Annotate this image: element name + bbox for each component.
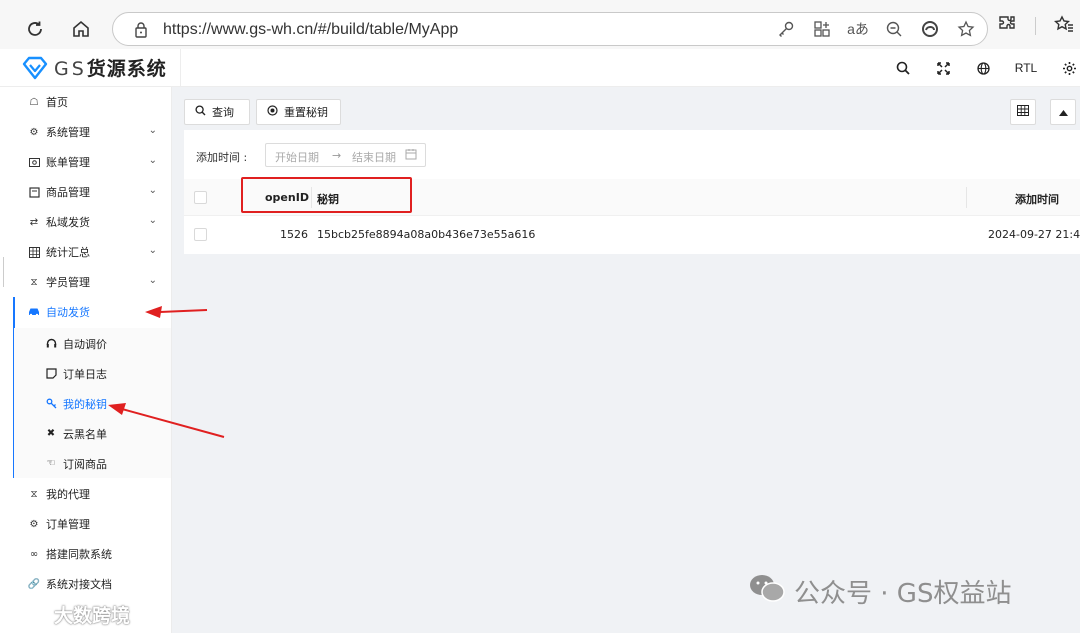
row-checkbox[interactable] [194, 228, 207, 241]
sidebar-sub-my-keys[interactable]: 我的秘钥 [14, 388, 171, 418]
watermark-brand: 大数跨境 [6, 601, 130, 628]
lock-icon[interactable] [133, 21, 149, 42]
times-icon: ✖ [46, 427, 56, 439]
chevron-down-icon: ⌄ [148, 275, 157, 286]
cell-key: 15bcb25fe8894a08a0b436e73e55a616 [317, 228, 536, 241]
key-icon[interactable] [775, 18, 797, 40]
cell-openid: 1526 [280, 228, 308, 241]
favorite-star-icon[interactable] [955, 18, 977, 40]
sidebar-item-billing[interactable]: 账单管理 ⌄ [0, 147, 171, 177]
chevron-down-icon: ⌄ [148, 185, 157, 196]
infinity-icon: ∞ [29, 548, 39, 560]
random-icon: ⇄ [29, 216, 39, 228]
sidebar-sub-auto-pricing[interactable]: 自动调价 [14, 328, 171, 358]
chevron-down-icon: ⌄ [148, 215, 157, 226]
table-icon [28, 246, 40, 258]
headset-icon [45, 337, 57, 349]
translate-icon[interactable]: aあ [847, 18, 869, 40]
calendar-icon[interactable] [405, 148, 417, 163]
hand-icon: ☜ [46, 457, 56, 469]
sidebar-item-my-agents[interactable]: ⧖ 我的代理 [0, 479, 171, 509]
collapse-button[interactable] [1050, 99, 1076, 125]
range-separator: → [332, 149, 342, 162]
logo-title: GS货源系统 [54, 58, 167, 80]
car-icon [28, 306, 40, 318]
extensions-icon[interactable] [997, 14, 1017, 37]
home-icon[interactable] [66, 14, 96, 44]
tag-icon: ⧖ [30, 276, 38, 288]
sidebar-item-order-management[interactable]: ⚙ 订单管理 [0, 509, 171, 539]
sidebar-item-private-delivery[interactable]: ⇄ 私域发货 ⌄ [0, 207, 171, 237]
fullscreen-icon[interactable] [934, 58, 952, 78]
favorites-icon[interactable] [1054, 14, 1074, 37]
note-icon [45, 367, 57, 379]
date-range-picker[interactable]: 开始日期 → 结束日期 [265, 143, 426, 167]
brand-logo-icon [6, 601, 48, 628]
logo[interactable]: GS货源系统 [22, 54, 167, 81]
select-all-checkbox[interactable] [194, 191, 207, 204]
cogs-icon: ⚙ [29, 126, 39, 138]
sidebar-item-api-docs[interactable]: 🔗 系统对接文档 [0, 569, 171, 599]
key-icon [45, 397, 57, 409]
column-divider[interactable] [966, 187, 967, 208]
end-date-input[interactable]: 结束日期 [352, 149, 396, 165]
sidebar-item-products[interactable]: 商品管理 ⌄ [0, 177, 171, 207]
table-icon [1017, 105, 1029, 119]
sidebar-sub-subscribed-products[interactable]: ☜ 订阅商品 [14, 448, 171, 478]
sidebar-item-system[interactable]: ⚙ 系统管理 ⌄ [0, 117, 171, 147]
sidebar-sub-order-log[interactable]: 订单日志 [14, 358, 171, 388]
tag-icon: ⧖ [30, 488, 38, 500]
annotation-highlight-box [241, 177, 412, 213]
header-divider [180, 49, 181, 87]
toolbar-divider [1035, 16, 1036, 35]
link-icon: 🔗 [27, 578, 41, 590]
chevron-down-icon: ⌄ [148, 155, 157, 166]
sidebar-item-statistics[interactable]: 统计汇总 ⌄ [0, 237, 171, 267]
main-content: 查询 重置秘钥 添加时间 : 开始日期 → 结束日期 openID 秘钥 添加时… [172, 87, 1080, 633]
filter-label: 添加时间 : [196, 151, 248, 164]
sidebar-item-home[interactable]: ☖ 首页 [0, 87, 171, 117]
search-button[interactable]: 查询 [184, 99, 250, 125]
cart-icon [28, 186, 40, 198]
refresh-icon[interactable] [20, 14, 50, 44]
caret-up-icon [1058, 106, 1068, 119]
sidebar-item-auto-delivery[interactable]: 自动发货 [0, 297, 171, 327]
rtl-toggle[interactable]: RTL [1014, 58, 1038, 78]
gear-icon: ⚙ [29, 518, 39, 530]
zoom-out-icon[interactable] [883, 18, 905, 40]
column-header-added-time[interactable]: 添加时间 [1015, 191, 1059, 207]
home-icon: ☖ [29, 96, 39, 108]
address-bar[interactable]: https://www.gs-wh.cn/#/build/table/MyApp… [112, 12, 988, 46]
table-row[interactable]: 1526 15bcb25fe8894a08a0b436e73e55a616 20… [184, 216, 1080, 254]
sidebar-item-students[interactable]: ⧖ 学员管理 ⌄ [0, 267, 171, 297]
sidebar: ☖ 首页 ⚙ 系统管理 ⌄ 账单管理 ⌄ 商品管理 ⌄ ⇄ 私域发货 ⌄ 统计汇… [0, 87, 172, 633]
sidebar-sub-cloud-blacklist[interactable]: ✖ 云黑名单 [14, 418, 171, 448]
chevron-down-icon: ⌄ [148, 245, 157, 256]
edge-icon[interactable] [919, 18, 941, 40]
cell-added-time: 2024-09-27 21:43:5 [988, 228, 1080, 241]
globe-icon[interactable] [974, 58, 992, 78]
apps-icon[interactable] [811, 18, 833, 40]
sidebar-item-build-system[interactable]: ∞ 搭建同款系统 [0, 539, 171, 569]
target-icon [267, 105, 278, 119]
wechat-icon [748, 572, 786, 611]
search-icon[interactable] [894, 58, 912, 78]
app-header: GS货源系统 RTL [0, 49, 1080, 87]
chevron-down-icon: ⌄ [148, 125, 157, 136]
watermark-wechat: 公众号 · GS权益站 [748, 572, 1011, 611]
url-text[interactable]: https://www.gs-wh.cn/#/build/table/MyApp [163, 21, 458, 39]
start-date-input[interactable]: 开始日期 [275, 149, 319, 165]
column-settings-button[interactable] [1010, 99, 1036, 125]
money-icon [28, 156, 40, 168]
reset-key-button[interactable]: 重置秘钥 [256, 99, 341, 125]
search-icon [195, 105, 206, 119]
diamond-logo-icon [22, 56, 48, 79]
settings-gear-icon[interactable] [1060, 58, 1078, 78]
